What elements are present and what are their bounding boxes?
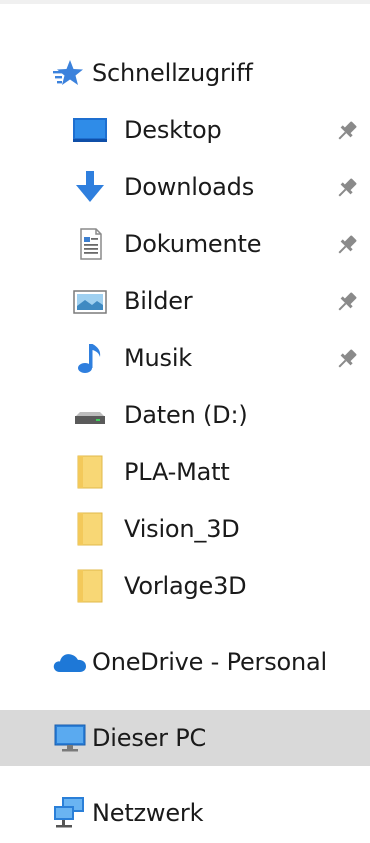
nav-item-label: Vision_3D — [124, 515, 240, 543]
nav-item-desktop[interactable]: Desktop — [0, 106, 370, 154]
cloud-icon — [52, 645, 88, 679]
top-divider — [0, 0, 370, 4]
nav-item-label: Schnellzugriff — [92, 59, 253, 87]
nav-item-label: Dokumente — [124, 230, 262, 258]
nav-item-this-pc[interactable]: Dieser PC — [0, 710, 370, 766]
nav-item-label: Netzwerk — [92, 799, 204, 827]
nav-item-label: PLA-Matt — [124, 458, 230, 486]
nav-item-downloads[interactable]: Downloads — [0, 163, 370, 211]
pin-icon[interactable] — [334, 346, 360, 372]
drive-icon — [72, 398, 108, 432]
nav-item-music[interactable]: Musik — [0, 334, 370, 382]
nav-item-label: Dieser PC — [92, 724, 207, 752]
nav-item-quick-access[interactable]: Schnellzugriff — [0, 49, 370, 97]
nav-item-documents[interactable]: Dokumente — [0, 220, 370, 268]
nav-item-onedrive[interactable]: OneDrive - Personal — [0, 638, 370, 686]
nav-item-label: Desktop — [124, 116, 222, 144]
nav-item-drive-d[interactable]: Daten (D:) — [0, 391, 370, 439]
computer-icon — [52, 721, 88, 755]
nav-item-label: Downloads — [124, 173, 255, 201]
star-icon — [52, 56, 88, 90]
navigation-pane: Schnellzugriff Desktop Downloads Dokumen… — [0, 0, 370, 843]
nav-item-label: Daten (D:) — [124, 401, 248, 429]
document-icon — [72, 227, 108, 261]
pin-icon[interactable] — [334, 118, 360, 144]
folder-icon — [72, 512, 108, 546]
nav-item-folder-vision-3d[interactable]: Vision_3D — [0, 505, 370, 553]
music-note-icon — [72, 341, 108, 375]
download-arrow-icon — [72, 170, 108, 204]
nav-item-label: Vorlage3D — [124, 572, 247, 600]
desktop-icon — [72, 113, 108, 147]
nav-item-label: Bilder — [124, 287, 193, 315]
pin-icon[interactable] — [334, 289, 360, 315]
folder-icon — [72, 455, 108, 489]
nav-item-pictures[interactable]: Bilder — [0, 277, 370, 325]
folder-icon — [72, 569, 108, 603]
nav-item-label: OneDrive - Personal — [92, 648, 327, 676]
pictures-icon — [72, 284, 108, 318]
nav-item-folder-pla-matt[interactable]: PLA-Matt — [0, 448, 370, 496]
nav-item-label: Musik — [124, 344, 192, 372]
network-icon — [52, 796, 88, 830]
nav-item-folder-vorlage3d[interactable]: Vorlage3D — [0, 562, 370, 610]
pin-icon[interactable] — [334, 175, 360, 201]
nav-item-network[interactable]: Netzwerk — [0, 789, 370, 837]
pin-icon[interactable] — [334, 232, 360, 258]
